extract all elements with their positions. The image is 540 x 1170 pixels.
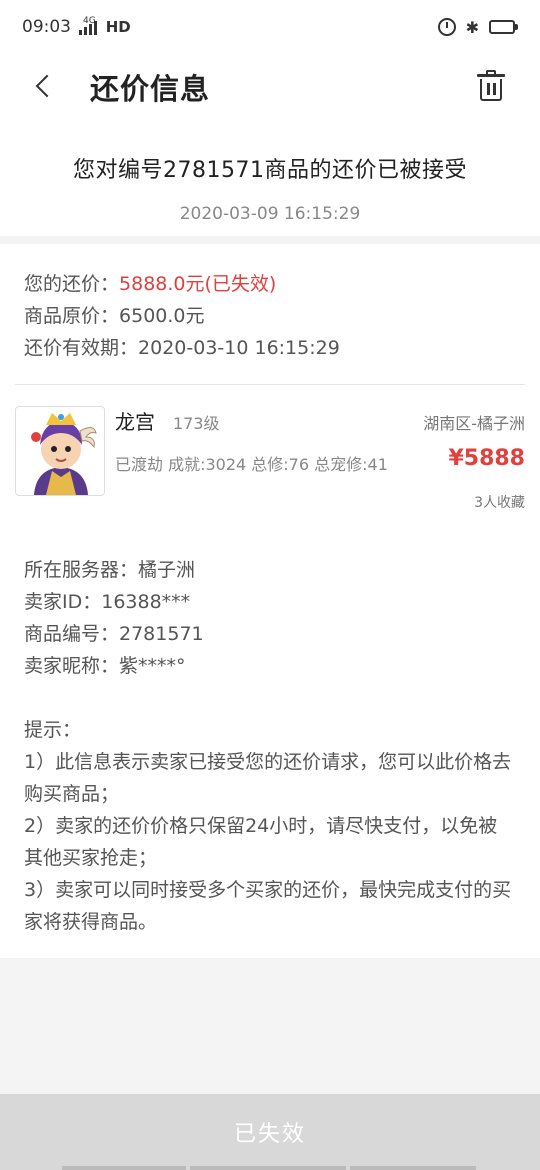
tip-item: 1）此信息表示卖家已接受您的还价请求，您可以此价格去购买商品； <box>24 751 512 805</box>
back-button[interactable] <box>26 68 62 104</box>
tips-title: 提示： <box>24 719 82 741</box>
message-header: 您对编号2781571商品的还价已被接受 2020-03-09 16:15:29 <box>0 118 540 236</box>
original-price-row: 商品原价：6500.0元 <box>24 300 516 332</box>
seller-nick-row: 卖家昵称：紫****° <box>24 655 186 677</box>
your-offer-label: 您的还价： <box>24 273 120 295</box>
detail-panel: 您的还价：5888.0元(已失效) 商品原价：6500.0元 还价有效期：202… <box>0 244 540 958</box>
nav-indicator <box>62 1166 186 1170</box>
network-type: 4G <box>83 16 96 26</box>
top-nav: 还价信息 <box>0 54 540 118</box>
character-avatar-icon <box>15 406 105 496</box>
nav-indicator <box>350 1166 476 1170</box>
message-headline: 您对编号2781571商品的还价已被接受 <box>73 158 467 183</box>
original-price-label: 商品原价： <box>24 305 120 327</box>
validity-row: 还价有效期：2020-03-10 16:15:29 <box>24 332 516 364</box>
status-time: 09:03 <box>22 17 71 37</box>
message-time: 2020-03-09 16:15:29 <box>179 204 361 224</box>
goods-card[interactable]: 龙宫 173级 湖南区-橘子洲 已渡劫 成就:3024 总修:76 总宠修:41… <box>15 406 525 516</box>
goods-price: ¥5888 <box>448 446 525 471</box>
your-offer-row: 您的还价：5888.0元(已失效) <box>24 268 516 300</box>
status-left: 09:03 4G HD <box>22 16 131 37</box>
server-row: 所在服务器：橘子洲 <box>24 559 196 581</box>
tips-section: 提示： 1）此信息表示卖家已接受您的还价请求，您可以此价格去购买商品； 2）卖家… <box>24 714 516 938</box>
bluetooth-icon: ✱ <box>465 17 479 37</box>
status-right: ✱ <box>437 17 518 37</box>
goods-name: 龙宫 <box>115 410 155 434</box>
original-price-value: 6500.0元 <box>119 305 205 327</box>
nav-indicator <box>190 1166 346 1170</box>
goods-stats: 已渡劫 成就:3024 总修:76 总宠修:41 <box>115 455 388 474</box>
tip-item: 3）卖家可以同时接受多个买家的还价，最快完成支付的买家将获得商品。 <box>24 879 512 933</box>
hd-label: HD <box>105 18 131 36</box>
goods-no-row: 商品编号：2781571 <box>24 623 204 645</box>
page-title: 还价信息 <box>90 72 211 106</box>
goods-level: 173级 <box>173 414 220 433</box>
goods-region: 湖南区-橘子洲 <box>423 414 525 433</box>
favorites-count: 3人收藏 <box>474 495 525 511</box>
seller-info: 所在服务器：橘子洲 卖家ID：16388*** 商品编号：2781571 卖家昵… <box>24 554 204 682</box>
validity-label: 还价有效期： <box>24 337 139 359</box>
tip-item: 2）卖家的还价价格只保留24小时，请尽快支付，以免被其他买家抢走； <box>24 815 498 869</box>
your-offer-value: 5888.0元(已失效) <box>119 273 277 295</box>
battery-icon <box>489 20 518 34</box>
offer-summary: 您的还价：5888.0元(已失效) 商品原价：6500.0元 还价有效期：202… <box>0 244 540 364</box>
seller-id-row: 卖家ID：16388*** <box>24 591 191 613</box>
chevron-left-icon <box>35 74 59 98</box>
divider <box>15 384 525 385</box>
validity-value: 2020-03-10 16:15:29 <box>138 337 340 359</box>
status-bar: 09:03 4G HD ✱ <box>0 0 540 54</box>
delete-button[interactable] <box>476 70 506 102</box>
alarm-icon <box>437 18 456 36</box>
expired-button[interactable]: 已失效 <box>0 1094 540 1170</box>
